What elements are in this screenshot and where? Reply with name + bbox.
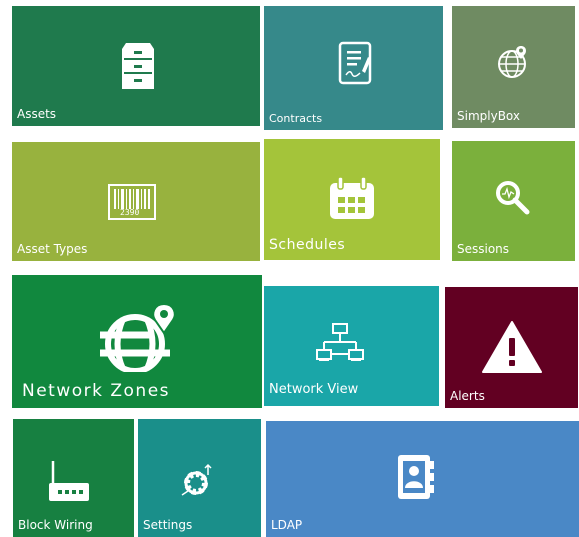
address-book-icon: [395, 453, 435, 501]
tile-alerts[interactable]: Alerts: [445, 287, 578, 408]
network-topology-icon: [316, 322, 364, 366]
tile-label: Assets: [17, 107, 57, 121]
magnifier-icon: [494, 179, 530, 215]
router-icon: [47, 459, 91, 505]
tile-label: SimplyBox: [457, 109, 520, 123]
tile-sessions[interactable]: Sessions: [452, 141, 575, 261]
calendar-icon: [328, 177, 376, 221]
tile-label: Block Wiring: [18, 518, 93, 532]
tile-simplybox[interactable]: SimplyBox: [452, 6, 575, 128]
tile-settings[interactable]: Settings: [138, 419, 261, 537]
file-cabinet-icon: [118, 41, 158, 91]
tile-network-zones[interactable]: Network Zones: [12, 275, 262, 408]
tile-label: Sessions: [457, 242, 510, 256]
tile-label: Alerts: [450, 389, 485, 403]
tile-label: Asset Types: [17, 242, 88, 256]
contract-document-icon: [338, 41, 374, 85]
globe-pin-icon: [496, 44, 532, 80]
tile-label: LDAP: [271, 518, 303, 532]
tile-ldap[interactable]: LDAP: [266, 421, 579, 537]
barcode-icon: 2390: [108, 184, 156, 220]
tile-label: Network View: [269, 382, 359, 397]
globe-location-icon: [90, 302, 188, 372]
tile-label: Settings: [143, 518, 193, 532]
warning-icon: [481, 320, 543, 374]
tile-assets[interactable]: Assets: [12, 6, 260, 126]
tile-label: Schedules: [269, 237, 346, 253]
tile-schedules[interactable]: Schedules: [264, 139, 440, 260]
tile-asset-types[interactable]: 2390 Asset Types: [12, 142, 260, 261]
tile-block-wiring[interactable]: Block Wiring: [13, 419, 134, 537]
tile-label: Network Zones: [22, 381, 171, 401]
tile-network-view[interactable]: Network View: [264, 286, 439, 406]
tile-contracts[interactable]: Contracts: [264, 6, 443, 130]
barcode-digits: 2390: [120, 208, 140, 217]
gear-icon: [178, 461, 218, 501]
tile-label: Contracts: [269, 112, 323, 125]
